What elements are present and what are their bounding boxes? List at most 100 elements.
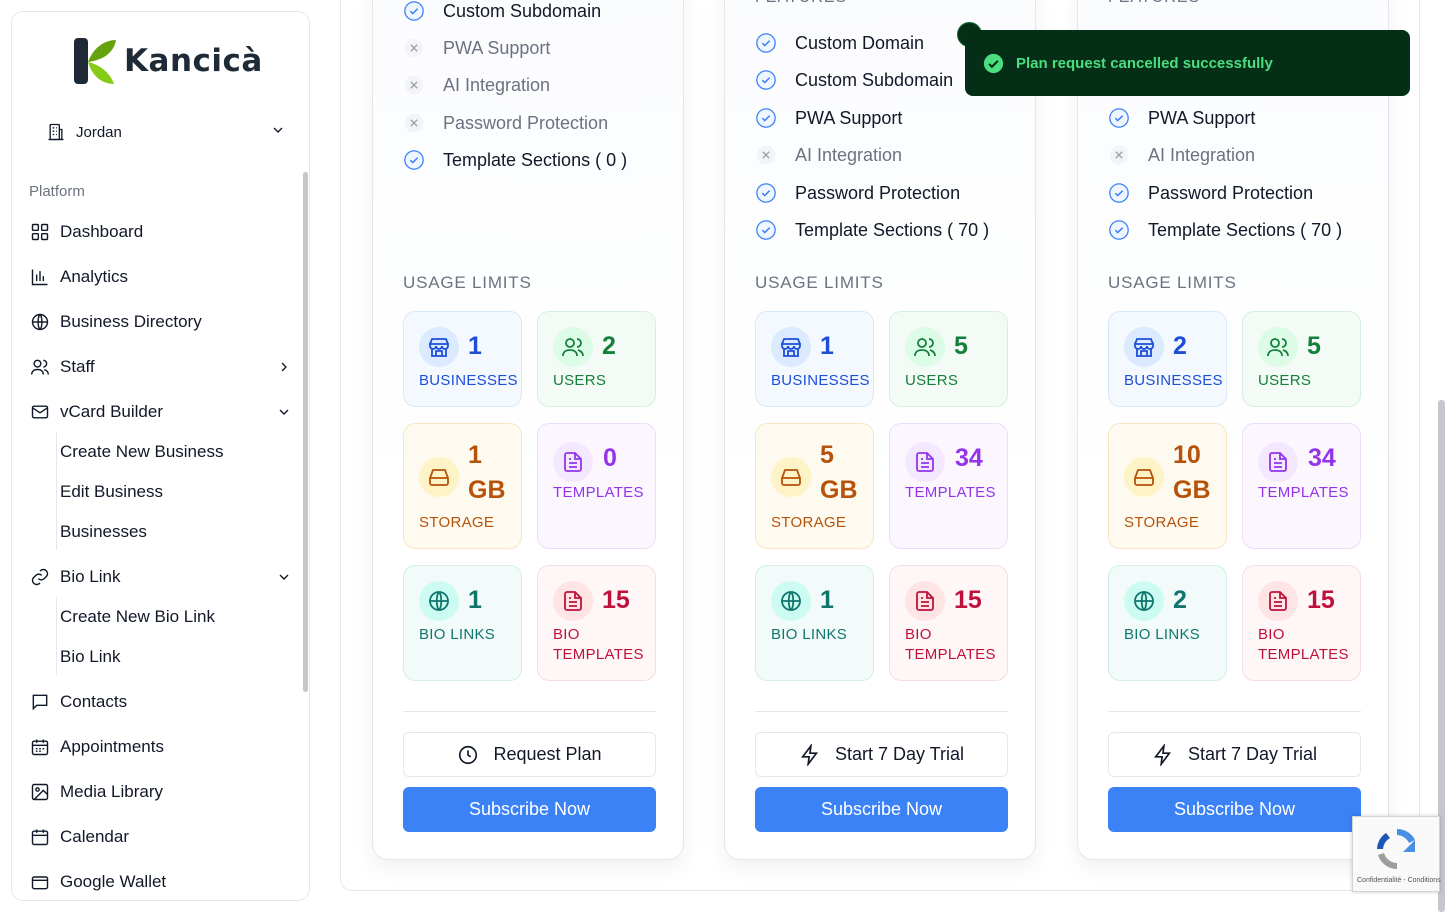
limit-label: USERS xyxy=(553,372,607,389)
x-circle-icon xyxy=(403,37,425,59)
sidebar-item-vcard-builder[interactable]: vCard Builder xyxy=(30,398,292,426)
drive-icon xyxy=(1124,457,1164,497)
sidebar-item-label: Dashboard xyxy=(60,222,144,241)
sidebar-subitem-businesses[interactable]: Businesses xyxy=(60,519,147,545)
button-label: Request Plan xyxy=(493,744,602,764)
sidebar-subitem-create-new-business[interactable]: Create New Business xyxy=(60,439,223,465)
feature-item: PWA Support xyxy=(403,36,550,60)
limit-tile-businesses: 1 BUSINESSES xyxy=(403,311,522,407)
file-icon xyxy=(553,581,593,621)
feature-label: PWA Support xyxy=(1148,107,1256,128)
kancica-logo-icon xyxy=(74,36,118,86)
limit-label: BIO xyxy=(905,626,932,643)
organization-selector[interactable]: Jordan xyxy=(46,120,286,144)
start-trial-button[interactable]: Start 7 Day Trial xyxy=(755,732,1008,777)
brand-logo[interactable]: Kancicà xyxy=(74,36,263,86)
request-plan-button[interactable]: Request Plan xyxy=(403,732,656,777)
sidebar-item-appointments[interactable]: Appointments xyxy=(30,733,292,761)
sidebar-subitem-create-new-bio-link[interactable]: Create New Bio Link xyxy=(60,604,215,630)
users-icon xyxy=(1258,327,1298,367)
check-circle-icon xyxy=(1108,107,1130,129)
sidebar-item-google-wallet[interactable]: Google Wallet xyxy=(30,868,292,896)
feature-label: Password Protection xyxy=(795,182,961,203)
feature-item: PWA Support xyxy=(1108,106,1255,130)
plan-card: Custom Subdomain PWA Support AI Integrat… xyxy=(372,0,684,860)
limit-unit: GB xyxy=(820,476,858,504)
feature-label: Password Protection xyxy=(443,112,609,133)
sidebar-subitem-bio-link[interactable]: Bio Link xyxy=(60,644,120,670)
limit-value: 15 xyxy=(1307,586,1335,614)
limit-unit: GB xyxy=(1173,476,1211,504)
clock-icon xyxy=(457,744,479,766)
limit-value: 5 xyxy=(820,441,834,469)
sidebar-item-calendar[interactable]: Calendar xyxy=(30,823,292,851)
limit-label: BIO LINKS xyxy=(1124,626,1201,643)
globe-icon xyxy=(419,581,459,621)
feature-label: Template Sections ( 0 ) xyxy=(443,149,628,170)
subscribe-now-button[interactable]: Subscribe Now xyxy=(755,787,1008,832)
feature-label: AI Integration xyxy=(795,144,903,165)
feature-item: Template Sections ( 70 ) xyxy=(1108,218,1342,242)
limit-label: TEMPLATES xyxy=(553,646,644,663)
feature-label: Template Sections ( 70 ) xyxy=(1148,219,1343,240)
recaptcha-icon xyxy=(1377,828,1415,869)
limit-tile-bio-links: 1 BIO LINKS xyxy=(403,565,522,681)
sidebar-item-dashboard[interactable]: Dashboard xyxy=(30,218,292,246)
sidebar-item-label: Analytics xyxy=(60,267,129,286)
limit-label: BUSINESSES xyxy=(771,372,870,389)
usage-limits-heading: USAGE LIMITS xyxy=(403,273,532,292)
limit-tile-users: 5 USERS xyxy=(1242,311,1361,407)
submenu-guide-line xyxy=(56,597,57,675)
limit-tile-businesses: 2 BUSINESSES xyxy=(1108,311,1227,407)
feature-label: PWA Support xyxy=(795,107,903,128)
feature-label: PWA Support xyxy=(443,37,551,58)
chevron-down-icon xyxy=(279,574,289,580)
usage-limits-heading: USAGE LIMITS xyxy=(1108,273,1237,292)
limit-value: 1 xyxy=(468,586,482,614)
sidebar-subitem-edit-business[interactable]: Edit Business xyxy=(60,479,163,505)
sidebar-item-staff[interactable]: Staff xyxy=(30,353,292,381)
chevron-down-icon xyxy=(279,409,289,415)
subscribe-now-button[interactable]: Subscribe Now xyxy=(1108,787,1361,832)
limit-tile-templates: 34 TEMPLATES xyxy=(1242,423,1361,549)
start-trial-button[interactable]: Start 7 Day Trial xyxy=(1108,732,1361,777)
check-circle-icon xyxy=(755,107,777,129)
sidebar-item-bio-link[interactable]: Bio Link xyxy=(30,563,292,591)
check-circle-icon xyxy=(1108,219,1130,241)
feature-item: AI Integration xyxy=(1108,143,1255,167)
sidebar-item-analytics[interactable]: Analytics xyxy=(30,263,292,291)
sidebar-item-label: Contacts xyxy=(60,692,128,711)
subscribe-now-button[interactable]: Subscribe Now xyxy=(403,787,656,832)
sidebar-item-business-directory[interactable]: Business Directory xyxy=(30,308,292,336)
check-circle-icon xyxy=(983,53,1004,73)
limit-label: STORAGE xyxy=(1124,514,1200,531)
building-icon xyxy=(48,123,64,141)
feature-item: Template Sections ( 70 ) xyxy=(755,218,989,242)
file-icon xyxy=(1258,581,1298,621)
x-circle-icon xyxy=(403,112,425,134)
sidebar-item-label: Business Directory xyxy=(60,312,202,331)
sidebar-item-contacts[interactable]: Contacts xyxy=(30,688,292,716)
limit-value: 0 xyxy=(603,444,617,472)
feature-item: Template Sections ( 0 ) xyxy=(403,148,627,172)
limit-value: 5 xyxy=(1307,332,1321,360)
button-label: Start 7 Day Trial xyxy=(1187,744,1318,764)
zap-icon xyxy=(799,743,821,766)
limit-value: 5 xyxy=(954,332,968,360)
recaptcha-badge[interactable]: Confidentialité - Conditions xyxy=(1352,816,1441,892)
organization-name: Jordan xyxy=(76,123,122,141)
limit-label: USERS xyxy=(905,372,959,389)
users-icon xyxy=(553,327,593,367)
limit-tile-storage: 1 GB STORAGE xyxy=(403,423,522,549)
feature-item: Password Protection xyxy=(1108,181,1313,205)
bar-chart-icon xyxy=(31,269,48,286)
message-square-icon xyxy=(32,694,48,711)
sidebar-item-media-library[interactable]: Media Library xyxy=(30,778,292,806)
file-icon xyxy=(905,442,945,482)
sidebar-scrollbar[interactable] xyxy=(303,172,308,692)
sidebar-item-label: Bio Link xyxy=(60,567,121,586)
limit-label: BIO xyxy=(1258,626,1285,643)
globe-icon xyxy=(31,313,49,331)
limit-label: TEMPLATES xyxy=(553,484,644,501)
limit-tile-bio-templates: 15 BIO TEMPLATES xyxy=(1242,565,1361,681)
